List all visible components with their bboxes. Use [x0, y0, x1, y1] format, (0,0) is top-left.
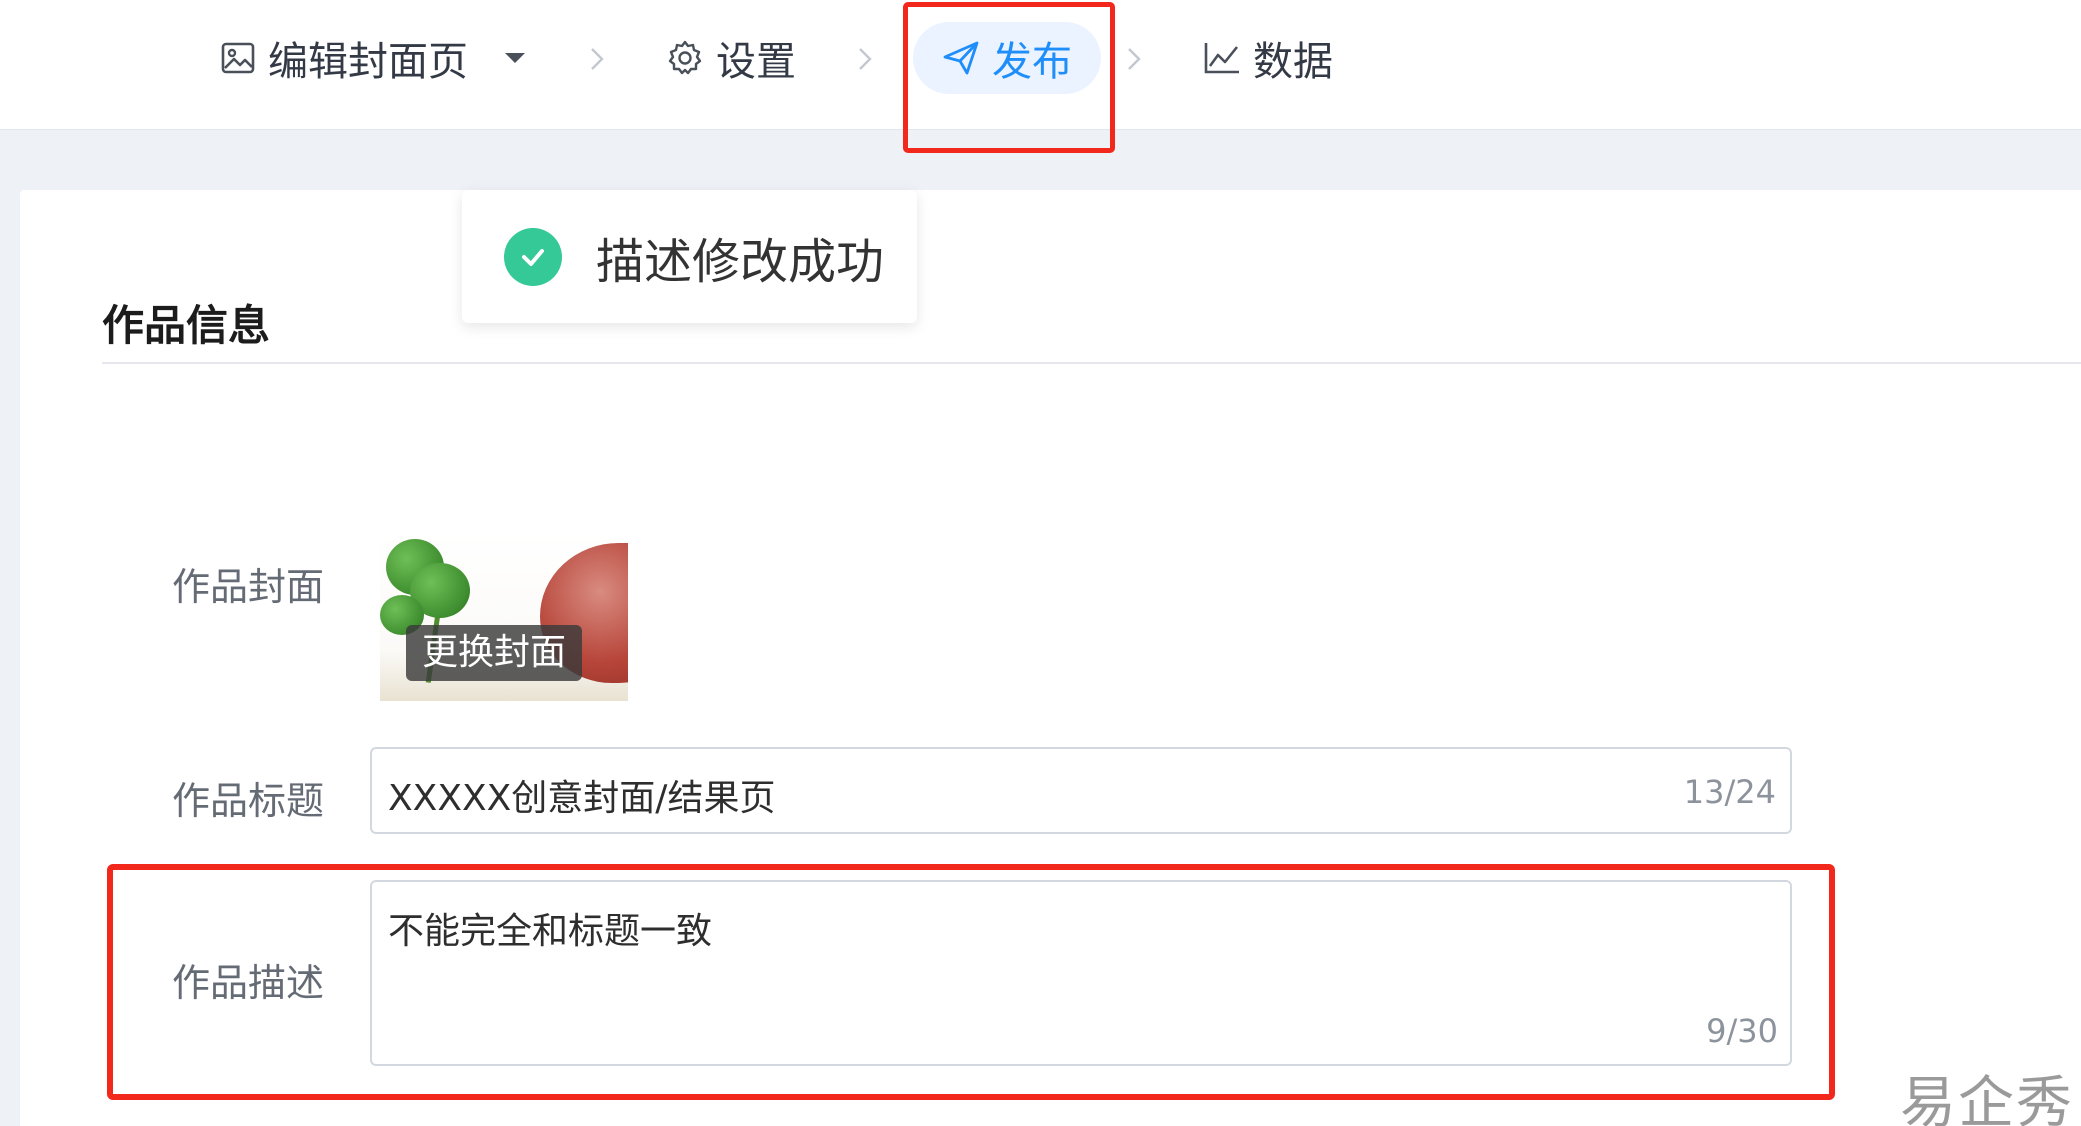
publish-page: 编辑封面页 设置 发布 数据 作品信息 作品封面 更换封面 作品标题 XXXXX… [0, 0, 2081, 1126]
change-cover-button[interactable]: 更换封面 [406, 625, 583, 681]
chevron-right-icon [1127, 44, 1147, 74]
toast-message: 描述修改成功 [596, 233, 885, 290]
title-input-value: XXXXX创意封面/结果页 [388, 778, 776, 819]
watermark-logo: 易企秀 [1900, 1071, 2074, 1126]
title-label: 作品标题 [172, 779, 325, 823]
chevron-right-icon [590, 44, 610, 74]
step-data[interactable]: 数据 [1203, 22, 1333, 94]
line-chart-icon [1203, 41, 1241, 75]
publish-highlight-box [903, 2, 1115, 153]
gear-icon [666, 39, 704, 77]
title-char-counter: 13/24 [1683, 773, 1776, 811]
cover-thumbnail[interactable]: 更换封面 [380, 533, 628, 701]
step-settings-label: 设置 [716, 39, 796, 85]
step-edit-cover-label: 编辑封面页 [268, 39, 468, 85]
description-highlight-box [107, 864, 1835, 1100]
step-data-label: 数据 [1253, 39, 1333, 85]
chevron-down-icon[interactable] [504, 51, 526, 65]
title-input[interactable]: XXXXX创意封面/结果页 13/24 [370, 747, 1792, 834]
image-icon [220, 40, 256, 76]
cover-label: 作品封面 [172, 565, 325, 609]
success-toast: 描述修改成功 [462, 190, 917, 323]
step-edit-cover[interactable]: 编辑封面页 [220, 22, 526, 94]
section-title: 作品信息 [102, 301, 271, 350]
section-divider [102, 362, 2081, 364]
step-settings[interactable]: 设置 [666, 22, 796, 94]
success-check-icon [504, 227, 562, 286]
chevron-right-icon [858, 44, 878, 74]
